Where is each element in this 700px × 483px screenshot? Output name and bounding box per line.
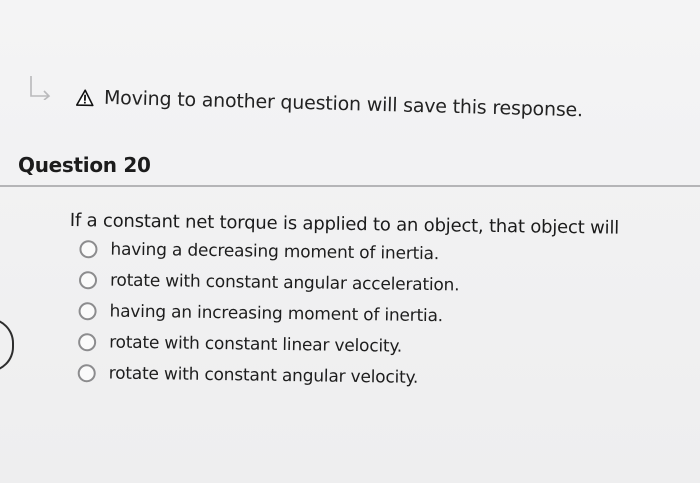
radio-button[interactable]: [78, 270, 98, 289]
answer-option-label: having an increasing moment of inertia.: [109, 301, 444, 326]
header-divider: [0, 185, 700, 187]
answer-option-label: rotate with constant angular velocity.: [108, 363, 419, 388]
question-header: Question 20: [0, 145, 700, 189]
question-title: Question 20: [18, 153, 151, 177]
question-body: If a constant net torque is applied to a…: [68, 210, 690, 397]
radio-button[interactable]: [78, 301, 97, 320]
answer-option-label: having a decreasing moment of inertia.: [110, 239, 440, 264]
radio-button[interactable]: [78, 332, 97, 351]
answer-option-label: rotate with constant linear velocity.: [109, 332, 403, 357]
warning-icon: [76, 88, 94, 106]
radio-button[interactable]: [77, 363, 96, 382]
answer-options: having a decreasing moment of inertia. r…: [68, 233, 690, 397]
radio-button[interactable]: [79, 239, 98, 258]
return-arrow-icon: [30, 76, 51, 100]
answer-option-label: rotate with constant angular acceleratio…: [109, 270, 460, 295]
